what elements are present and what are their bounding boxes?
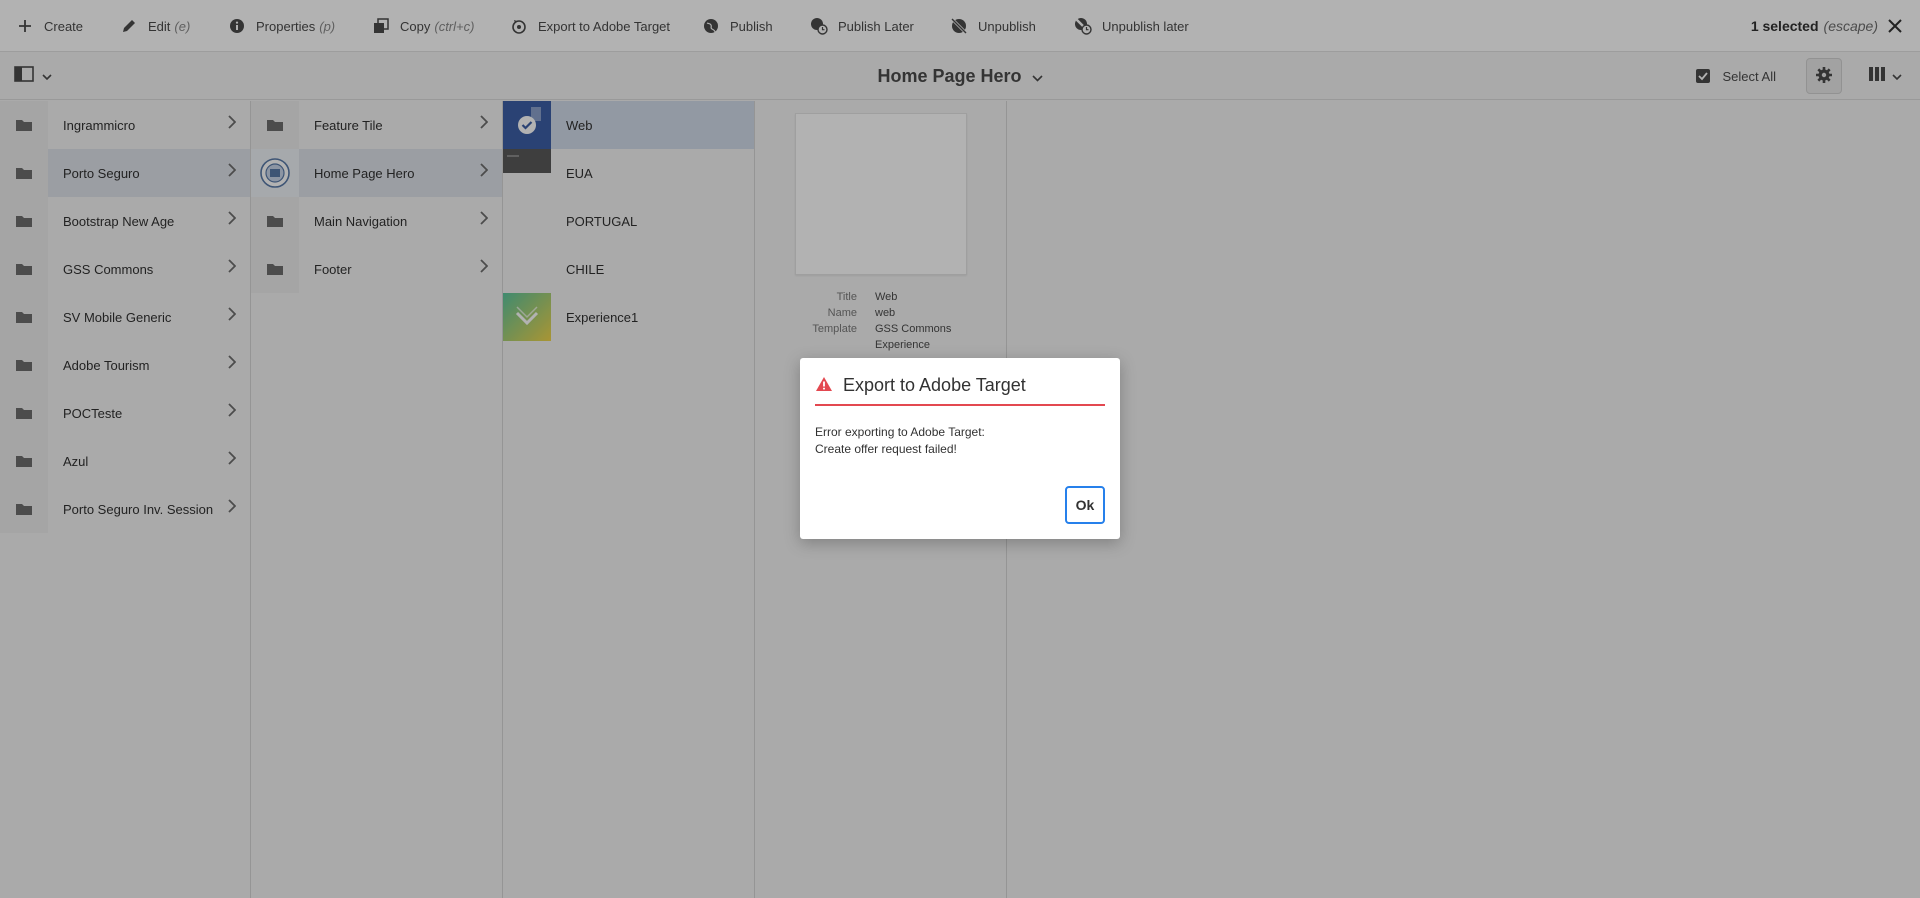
dialog-line: Error exporting to Adobe Target: [815, 425, 985, 439]
error-dialog: Export to Adobe Target Error exporting t… [800, 358, 1120, 539]
dialog-header: Export to Adobe Target [815, 372, 1105, 406]
dialog-line: Create offer request failed! [815, 442, 957, 456]
dialog-title: Export to Adobe Target [843, 375, 1026, 395]
alert-icon [815, 376, 833, 392]
ok-button[interactable]: Ok [1065, 486, 1105, 524]
dialog-message: Error exporting to Adobe Target: Create … [815, 424, 1105, 458]
